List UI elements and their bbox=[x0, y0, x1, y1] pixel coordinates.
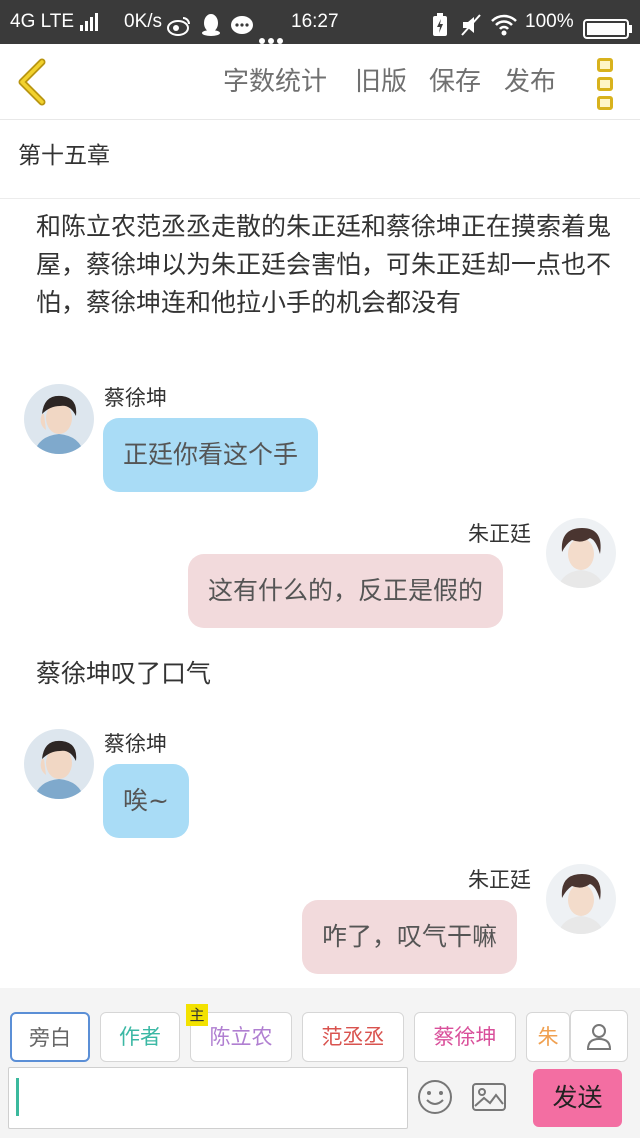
clock: 16:27 bbox=[291, 11, 339, 32]
message-input[interactable] bbox=[8, 1067, 408, 1129]
charging-icon bbox=[432, 10, 448, 36]
role-chip-cai-xukun[interactable]: 蔡徐坤 bbox=[414, 1012, 516, 1062]
main-character-badge: 主 bbox=[186, 1004, 208, 1026]
message-icon bbox=[230, 10, 254, 34]
battery-icon bbox=[583, 12, 633, 39]
speaker-name: 朱正廷 bbox=[468, 522, 531, 546]
role-chip-zhu-zhengting[interactable]: 朱 bbox=[526, 1012, 570, 1062]
speaker-name: 朱正廷 bbox=[468, 868, 531, 892]
role-chip-narrator[interactable]: 旁白 bbox=[10, 1012, 90, 1062]
mute-icon bbox=[460, 10, 482, 36]
top-nav: 字数统计 旧版 保存 发布 bbox=[0, 44, 640, 120]
status-bar: 4G LTE 0K/s 16:27 100% bbox=[0, 0, 640, 44]
add-role-button[interactable] bbox=[570, 1010, 628, 1062]
vertical-more-icon[interactable] bbox=[590, 56, 620, 112]
avatar[interactable] bbox=[24, 384, 94, 454]
more-dots-icon bbox=[258, 18, 284, 44]
network-speed: 0K/s bbox=[124, 11, 163, 32]
word-count-button[interactable]: 字数统计 bbox=[223, 62, 327, 102]
chat-bubble[interactable]: 唉~ bbox=[103, 764, 189, 838]
battery-level: 100% bbox=[525, 11, 574, 32]
avatar[interactable] bbox=[546, 518, 616, 588]
weibo-icon bbox=[166, 10, 192, 36]
back-button[interactable] bbox=[14, 58, 54, 106]
role-chip-fan-chengcheng[interactable]: 范丞丞 bbox=[302, 1012, 404, 1062]
chat-bubble[interactable]: 正廷你看这个手 bbox=[103, 418, 319, 492]
signal-icon bbox=[80, 13, 98, 31]
wifi-icon bbox=[490, 10, 518, 36]
network-type: 4G LTE bbox=[10, 11, 75, 32]
smiley-icon bbox=[418, 1080, 452, 1114]
old-version-button[interactable]: 旧版 bbox=[355, 62, 407, 102]
narration-text[interactable]: 蔡徐坤叹了口气 bbox=[36, 655, 616, 693]
chapter-title[interactable]: 第十五章 bbox=[18, 136, 110, 170]
narration-text[interactable]: 和陈立农范丞丞走散的朱正廷和蔡徐坤正在摸索着鬼屋，蔡徐坤以为朱正廷会害怕，可朱正… bbox=[36, 208, 616, 322]
image-button[interactable] bbox=[470, 1078, 508, 1116]
avatar[interactable] bbox=[24, 729, 94, 799]
avatar[interactable] bbox=[546, 864, 616, 934]
person-icon bbox=[586, 1024, 612, 1050]
speaker-name: 蔡徐坤 bbox=[104, 732, 167, 756]
qq-icon bbox=[200, 10, 222, 36]
text-caret bbox=[16, 1078, 19, 1116]
send-button[interactable]: 发送 bbox=[533, 1069, 622, 1127]
divider bbox=[0, 198, 640, 199]
emoji-button[interactable] bbox=[416, 1078, 454, 1116]
chevron-left-icon bbox=[18, 58, 46, 106]
chat-bubble[interactable]: 咋了，叹气干嘛 bbox=[302, 900, 518, 974]
role-chip-author[interactable]: 作者 bbox=[100, 1012, 180, 1062]
publish-button[interactable]: 发布 bbox=[504, 62, 556, 102]
chat-bubble[interactable]: 这有什么的，反正是假的 bbox=[188, 554, 504, 628]
image-icon bbox=[472, 1083, 506, 1111]
speaker-name: 蔡徐坤 bbox=[104, 386, 167, 410]
save-button[interactable]: 保存 bbox=[429, 62, 481, 102]
